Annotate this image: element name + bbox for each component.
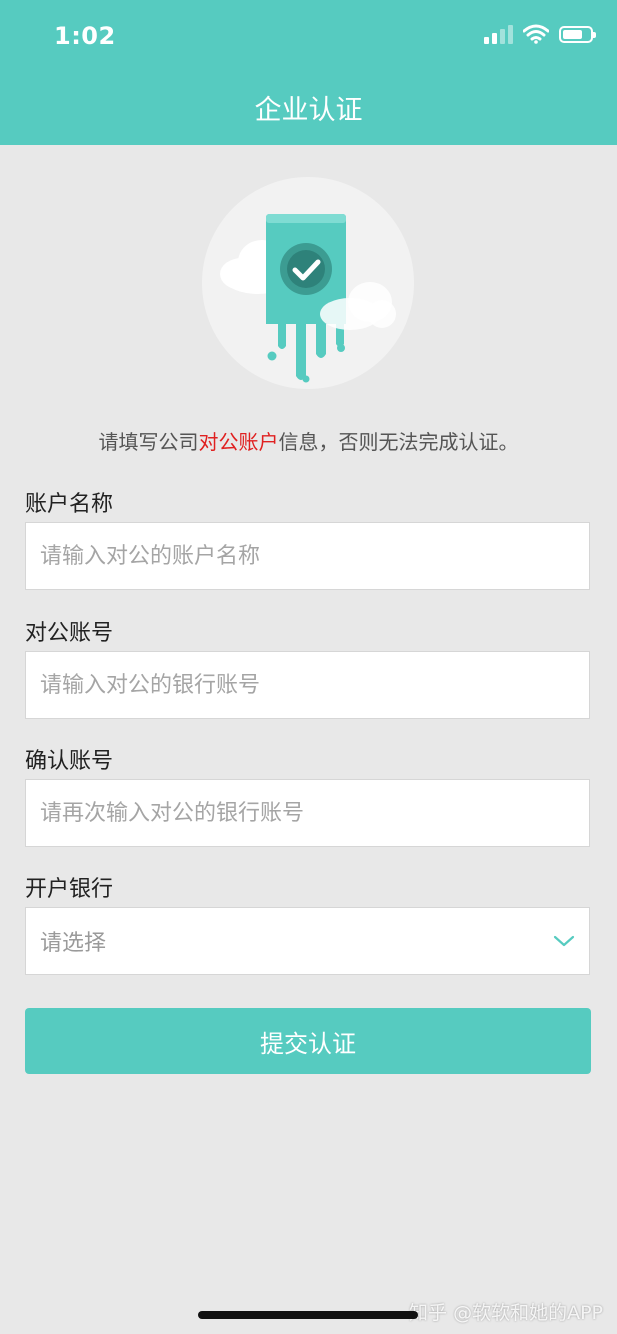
wifi-icon bbox=[523, 24, 549, 44]
app-header: 1:02 企业认证 bbox=[0, 0, 617, 145]
account-name-label: 账户名称 bbox=[25, 492, 114, 517]
notice-highlight: 对公账户 bbox=[198, 430, 279, 454]
account-number-label: 对公账号 bbox=[25, 621, 114, 646]
status-time: 1:02 bbox=[54, 22, 116, 50]
signal-icon bbox=[484, 24, 513, 44]
bank-select[interactable]: 请选择 bbox=[25, 907, 590, 975]
home-indicator[interactable] bbox=[198, 1311, 418, 1319]
battery-icon bbox=[559, 25, 596, 43]
status-icons bbox=[484, 24, 596, 44]
verified-card-illustration bbox=[202, 177, 414, 389]
notice-text: 请填写公司对公账户信息，否则无法完成认证。 bbox=[0, 426, 617, 455]
confirm-number-label: 确认账号 bbox=[25, 749, 114, 774]
bank-label: 开户银行 bbox=[25, 877, 114, 902]
confirm-number-input[interactable] bbox=[25, 779, 590, 847]
notice-suffix: 信息，否则无法完成认证。 bbox=[278, 430, 519, 454]
watermark: 知乎 @软软和她的APP bbox=[409, 1302, 603, 1324]
notice-prefix: 请填写公司 bbox=[98, 430, 199, 454]
bank-select-value: 请选择 bbox=[40, 931, 107, 956]
account-name-input[interactable] bbox=[25, 522, 590, 590]
page-title: 企业认证 bbox=[254, 95, 363, 126]
account-number-input[interactable] bbox=[25, 651, 590, 719]
chevron-down-icon bbox=[553, 935, 575, 947]
submit-button[interactable]: 提交认证 bbox=[25, 1008, 591, 1074]
